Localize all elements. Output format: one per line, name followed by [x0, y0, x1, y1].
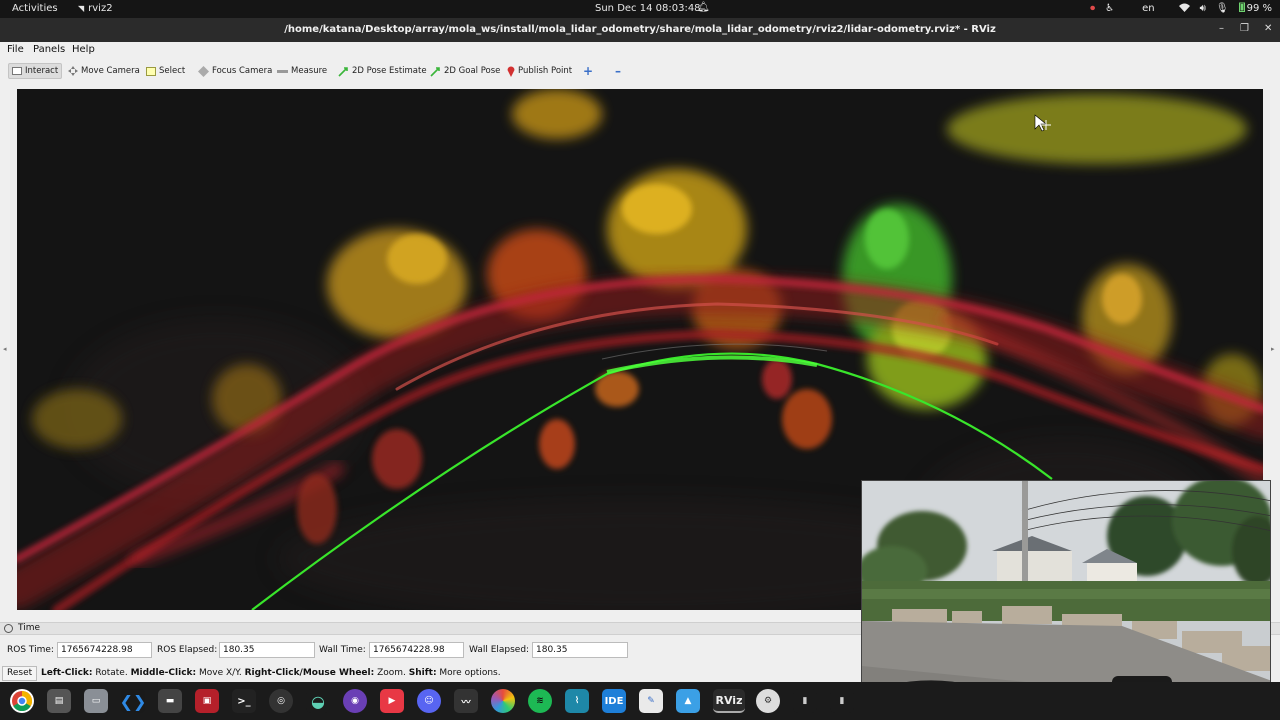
- vscode-icon[interactable]: ❮❯: [120, 689, 146, 713]
- red-app-icon[interactable]: ▣: [195, 689, 219, 713]
- chrome-icon[interactable]: [10, 689, 34, 713]
- mint-icon[interactable]: ◒: [306, 689, 330, 713]
- tools-toolbar: Interact Move Camera Select Focus Camera…: [0, 58, 1280, 84]
- wall-elapsed-field[interactable]: 180.35: [532, 642, 628, 658]
- wall-elapsed-label: Wall Elapsed:: [469, 645, 530, 655]
- ros-elapsed-label: ROS Elapsed:: [157, 645, 218, 655]
- usb-drive-icon[interactable]: ▮: [793, 689, 817, 713]
- activities-button[interactable]: Activities: [12, 3, 58, 14]
- measure-label: Measure: [291, 66, 328, 76]
- app-name: rviz2: [88, 3, 113, 14]
- select-icon: [146, 66, 156, 76]
- focus-camera-icon: [198, 65, 209, 77]
- spotify-icon[interactable]: ≋: [528, 689, 552, 713]
- move-camera-icon: [68, 66, 78, 76]
- goal-pose-label: 2D Goal Pose: [444, 66, 501, 76]
- rviz-app-icon: ◥: [78, 4, 85, 13]
- window-titlebar[interactable]: /home/katana/Desktop/array/mola_ws/insta…: [0, 18, 1280, 42]
- file-cabinet-icon[interactable]: ▤: [47, 689, 71, 713]
- wifi-icon[interactable]: [1178, 3, 1190, 15]
- system-tray[interactable]: ⏺ ♿︎ en 🔊︎ 🎙︎ 99 %: [1090, 2, 1272, 15]
- microphone-icon[interactable]: 🎙︎: [1216, 3, 1229, 14]
- mountain-app-icon[interactable]: ▲: [676, 689, 700, 713]
- focus-camera-tool[interactable]: Focus Camera: [195, 63, 275, 79]
- discord-icon[interactable]: ☺: [417, 689, 441, 713]
- status-hint: Left-Click: Rotate. Middle-Click: Move X…: [41, 668, 501, 678]
- select-label: Select: [159, 66, 186, 76]
- plus-icon: +: [583, 64, 594, 78]
- right-dock-splitter-icon[interactable]: ▸: [1271, 345, 1275, 353]
- pose-estimate-label: 2D Pose Estimate: [352, 66, 427, 76]
- menu-file[interactable]: File: [7, 44, 24, 55]
- usb-drive-icon-2[interactable]: ▮: [830, 689, 854, 713]
- remove-tool-button[interactable]: –: [612, 63, 624, 79]
- settings-icon[interactable]: ⚙: [756, 689, 780, 713]
- obs-icon[interactable]: ◎: [269, 689, 293, 713]
- ros-time-field[interactable]: 1765674228.98: [57, 642, 152, 658]
- terminal-prompt-icon[interactable]: >_: [232, 689, 256, 713]
- street-camera-image: [862, 481, 1270, 709]
- publish-point-label: Publish Point: [518, 66, 573, 76]
- plot-app-icon[interactable]: ⌇: [565, 689, 589, 713]
- menu-panels[interactable]: Panels: [33, 44, 65, 55]
- select-tool[interactable]: Select: [143, 63, 188, 79]
- ros-elapsed-field[interactable]: 180.35: [219, 642, 315, 658]
- language-indicator[interactable]: en: [1142, 3, 1155, 14]
- map-pin-icon: [507, 66, 515, 77]
- notification-icon[interactable]: 🔔︎: [697, 2, 710, 13]
- camera-video-overlay: [861, 480, 1271, 710]
- green-arrow-icon: [430, 66, 440, 77]
- ide-icon[interactable]: IDE: [602, 689, 626, 713]
- wall-time-label: Wall Time:: [319, 645, 366, 655]
- interact-icon: [12, 67, 22, 75]
- window-title: /home/katana/Desktop/array/mola_ws/insta…: [284, 24, 996, 35]
- add-tool-button[interactable]: +: [580, 63, 596, 79]
- files-icon[interactable]: ▭: [84, 689, 108, 713]
- gnome-top-bar: Activities ◥ rviz2 Sun Dec 14 08:03:48 🔔︎…: [0, 0, 1280, 18]
- menu-bar: File Panels Help: [0, 42, 1280, 58]
- terminal-icon[interactable]: ▬: [158, 689, 182, 713]
- dock: ▤ ▭ ❮❯ ▬ ▣ >_ ◎ ◒ ◉ ▶ ☺ 〰 ≋ ⌇ IDE ✎ ▲ RV…: [0, 682, 1280, 720]
- ruler-icon: [277, 69, 288, 73]
- accessibility-icon[interactable]: ♿︎: [1105, 3, 1114, 14]
- move-camera-tool[interactable]: Move Camera: [65, 63, 143, 79]
- text-editor-icon[interactable]: ✎: [639, 689, 663, 713]
- goal-pose-tool[interactable]: 2D Goal Pose: [427, 63, 503, 79]
- git-client-icon[interactable]: ▶: [380, 689, 404, 713]
- battery-icon[interactable]: [1238, 2, 1245, 15]
- time-panel-title: Time: [18, 623, 41, 633]
- menu-help[interactable]: Help: [72, 44, 95, 55]
- close-button[interactable]: ✕: [1264, 23, 1272, 34]
- color-picker-icon[interactable]: [491, 689, 515, 713]
- focus-camera-label: Focus Camera: [212, 66, 273, 76]
- ros-time-label: ROS Time:: [7, 645, 54, 655]
- reset-button[interactable]: Reset: [2, 666, 38, 681]
- rviz-dock-icon[interactable]: RViz: [713, 689, 745, 713]
- left-dock-splitter-icon[interactable]: ◂: [3, 345, 7, 353]
- clock[interactable]: Sun Dec 14 08:03:48: [595, 3, 701, 14]
- system-monitor-icon[interactable]: 〰: [454, 689, 478, 713]
- volume-icon[interactable]: 🔊︎: [1200, 3, 1206, 14]
- clock-icon: [4, 624, 13, 633]
- move-camera-label: Move Camera: [81, 66, 140, 76]
- minus-icon: –: [615, 64, 621, 78]
- interact-tool[interactable]: Interact: [8, 63, 63, 79]
- publish-point-tool[interactable]: Publish Point: [504, 63, 575, 79]
- wall-time-field[interactable]: 1765674228.98: [369, 642, 464, 658]
- green-arrow-icon: [338, 66, 348, 77]
- maximize-button[interactable]: ❐: [1240, 23, 1249, 34]
- minimize-button[interactable]: –: [1219, 23, 1224, 34]
- interact-label: Interact: [25, 66, 59, 76]
- measure-tool[interactable]: Measure: [274, 63, 330, 79]
- github-icon[interactable]: ◉: [343, 689, 367, 713]
- pose-estimate-tool[interactable]: 2D Pose Estimate: [335, 63, 430, 79]
- battery-percent[interactable]: 99 %: [1247, 3, 1272, 14]
- screen-record-icon[interactable]: ⏺: [1090, 3, 1095, 14]
- app-menu[interactable]: ◥ rviz2: [78, 3, 113, 14]
